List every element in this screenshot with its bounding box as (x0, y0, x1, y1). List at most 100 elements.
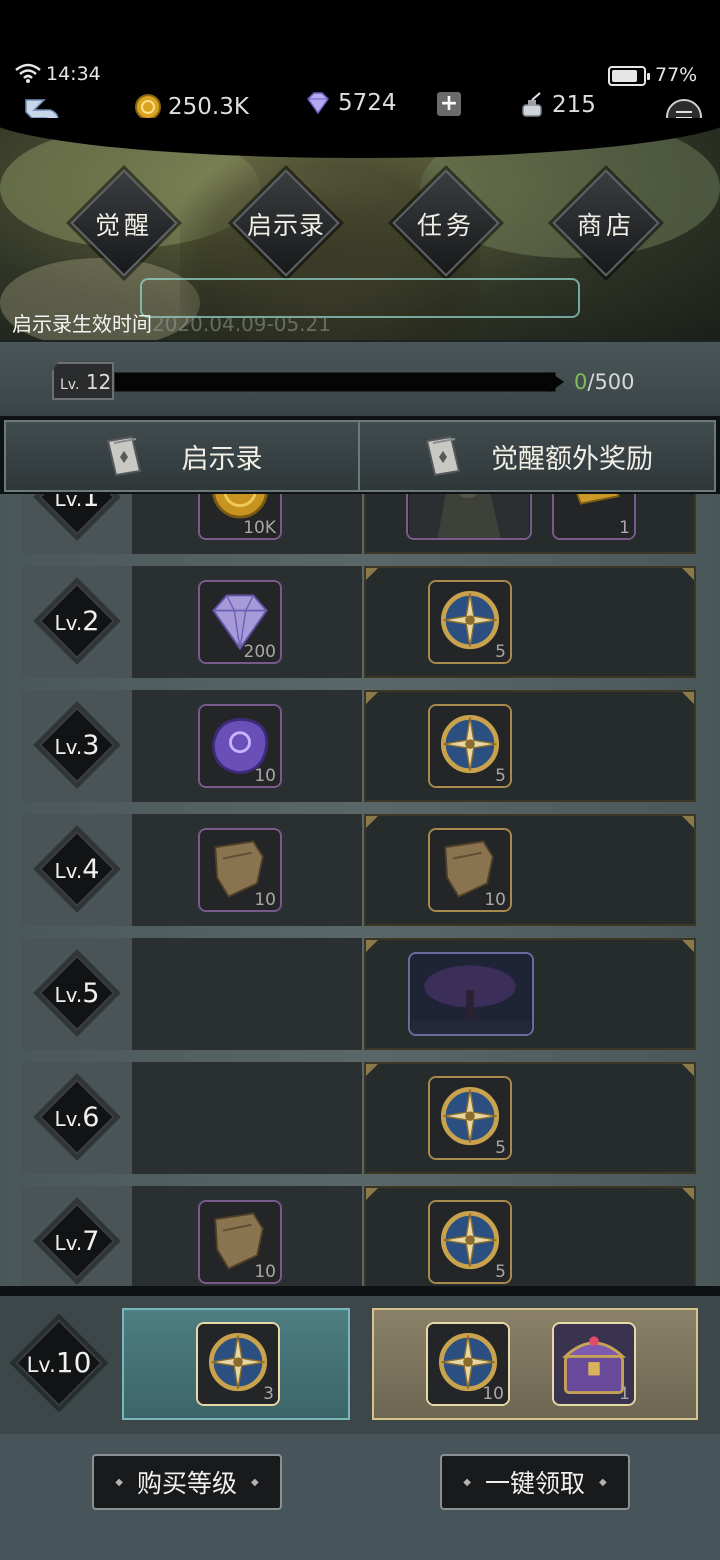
reward-item-scroll-fragment[interactable]: 10 (198, 1200, 282, 1284)
reward-item-compass-medal[interactable]: 5 (428, 704, 512, 788)
book-icon (106, 435, 141, 477)
level-diamond: Lv.5 (38, 954, 116, 1032)
nav-shop[interactable]: 商店 (546, 168, 666, 278)
reward-item-compass-medal[interactable]: 3 (196, 1322, 280, 1406)
reward-item-hero-card[interactable] (406, 494, 532, 540)
reward-item-compass-medal[interactable]: 5 (428, 580, 512, 664)
reward-list[interactable]: Lv.1 10K 1 Lv.2 200 5 Lv.3 10 5 Lv.4 10 10 Lv.5 Lv.6 5… (0, 494, 720, 1286)
reward-columns-header: 启示录 觉醒额外奖励 (4, 420, 716, 492)
reward-item-gold-bar[interactable]: 1 (552, 494, 636, 540)
level-column: Lv.2 (22, 566, 132, 678)
level-diamond: Lv.6 (38, 1078, 116, 1156)
tab-revelation[interactable]: 启示录 (6, 422, 360, 490)
nav-tasks[interactable]: 任务 (386, 168, 506, 278)
level-label: Lv.4 (54, 854, 100, 885)
progress-current: 0 (574, 370, 588, 394)
reward-item-diamond[interactable]: 200 (198, 580, 282, 664)
free-reward-slot[interactable]: 200 (132, 566, 362, 678)
level-label: Lv.3 (54, 730, 100, 761)
premium-reward-slot[interactable]: 5 (364, 1062, 696, 1174)
reward-item-treasure-chest[interactable]: 1 (552, 1322, 636, 1406)
reward-item-compass-medal[interactable]: 10 (426, 1322, 510, 1406)
ink-resource: 215 (518, 88, 596, 122)
nav-label: 觉醒 (94, 211, 153, 240)
level-column: Lv.5 (22, 938, 132, 1050)
gold-coin-icon (135, 94, 161, 120)
footer: 购买等级 一键领取 (0, 1434, 720, 1560)
level-value: 12 (85, 370, 112, 394)
free-reward-slot[interactable]: 3 (122, 1308, 350, 1420)
reward-count: 10 (254, 766, 276, 786)
reward-count: 200 (243, 642, 276, 662)
free-reward-slot[interactable]: 10 (132, 690, 362, 802)
premium-reward-slot[interactable]: 5 (364, 690, 696, 802)
level-number: 3 (82, 730, 100, 761)
reward-count: 5 (495, 642, 506, 662)
book-icon (425, 435, 461, 477)
level-number: 10 (55, 1346, 92, 1379)
free-reward-slot[interactable]: 10 (132, 814, 362, 926)
free-reward-slot[interactable] (132, 938, 362, 1050)
level-label: Lv.7 (54, 1226, 100, 1257)
free-reward-slot[interactable] (132, 1062, 362, 1174)
effective-time-text: 启示录生效时间2020.04.09-05.21 (12, 308, 331, 337)
tab-awaken-bonus[interactable]: 觉醒额外奖励 (360, 422, 714, 490)
reward-item-dark-tree-card[interactable] (408, 952, 534, 1036)
level-prefix: Lv. (60, 377, 80, 393)
tab-label: 觉醒额外奖励 (491, 443, 653, 475)
level-column: Lv.6 (22, 1062, 132, 1174)
level-column: Lv.3 (22, 690, 132, 802)
battery-fill (612, 70, 637, 82)
premium-reward-slot[interactable]: 10 (364, 814, 696, 926)
level-diamond: Lv.1 (38, 494, 116, 536)
level-diamond: Lv.7 (38, 1202, 116, 1280)
level-label: Lv.5 (54, 978, 100, 1009)
battery-percent: 77% (655, 64, 698, 86)
nav-label: 启示录 (246, 211, 325, 240)
nav-revelation[interactable]: 启示录 (226, 168, 346, 278)
nav-label: 任务 (416, 211, 475, 240)
free-reward-slot[interactable]: 10 (132, 1186, 362, 1286)
premium-reward-slot[interactable] (364, 938, 696, 1050)
reward-count: 1 (619, 1384, 630, 1404)
dark-tree-card-icon (410, 954, 532, 1034)
reward-item-gold-coin[interactable]: 10K (198, 494, 282, 540)
level-column: Lv.7 (22, 1186, 132, 1286)
reward-item-scroll-fragment[interactable]: 10 (198, 828, 282, 912)
progress-arrow-icon (550, 372, 564, 392)
reward-count: 5 (495, 1262, 506, 1282)
gem-amount: 5724 (338, 90, 397, 116)
reward-item-compass-medal[interactable]: 5 (428, 1200, 512, 1284)
wifi-icon (14, 62, 42, 88)
effective-label: 启示录生效时间 (12, 312, 152, 336)
level-diamond: Lv.2 (38, 582, 116, 660)
buy-level-button[interactable]: 购买等级 (92, 1454, 282, 1510)
reward-item-purple-stone[interactable]: 10 (198, 704, 282, 788)
current-level-badge: Lv. 12 (52, 362, 114, 400)
effective-dates: 2020.04.09-05.21 (152, 312, 331, 336)
premium-reward-slot[interactable]: 10 1 (372, 1308, 698, 1420)
reward-row: Lv.2 200 5 (22, 566, 696, 678)
battery-icon (608, 66, 650, 86)
level-label: Lv.6 (54, 1102, 100, 1133)
nav-awaken[interactable]: 觉醒 (64, 168, 184, 278)
level-diamond: Lv.10 (14, 1318, 104, 1408)
free-reward-slot[interactable]: 10K (132, 494, 362, 554)
reward-item-compass-medal[interactable]: 5 (428, 1076, 512, 1160)
tab-label: 启示录 (181, 443, 263, 475)
status-time: 14:34 (46, 63, 101, 85)
premium-reward-slot[interactable]: 1 (364, 494, 696, 554)
claim-all-button[interactable]: 一键领取 (440, 1454, 630, 1510)
premium-reward-slot[interactable]: 5 (364, 1186, 696, 1286)
reward-row: Lv.7 10 5 (22, 1186, 696, 1286)
reward-item-scroll-fragment[interactable]: 10 (428, 828, 512, 912)
level-column: Lv.1 (22, 494, 132, 554)
reward-count: 5 (495, 766, 506, 786)
ink-bottle-icon (522, 92, 542, 117)
premium-reward-slot[interactable]: 5 (364, 566, 696, 678)
level-column: Lv.4 (22, 814, 132, 926)
level-number: 5 (82, 978, 100, 1009)
add-gems-button[interactable]: + (437, 92, 461, 116)
reward-count: 3 (263, 1384, 274, 1404)
reward-count: 10K (243, 518, 276, 538)
